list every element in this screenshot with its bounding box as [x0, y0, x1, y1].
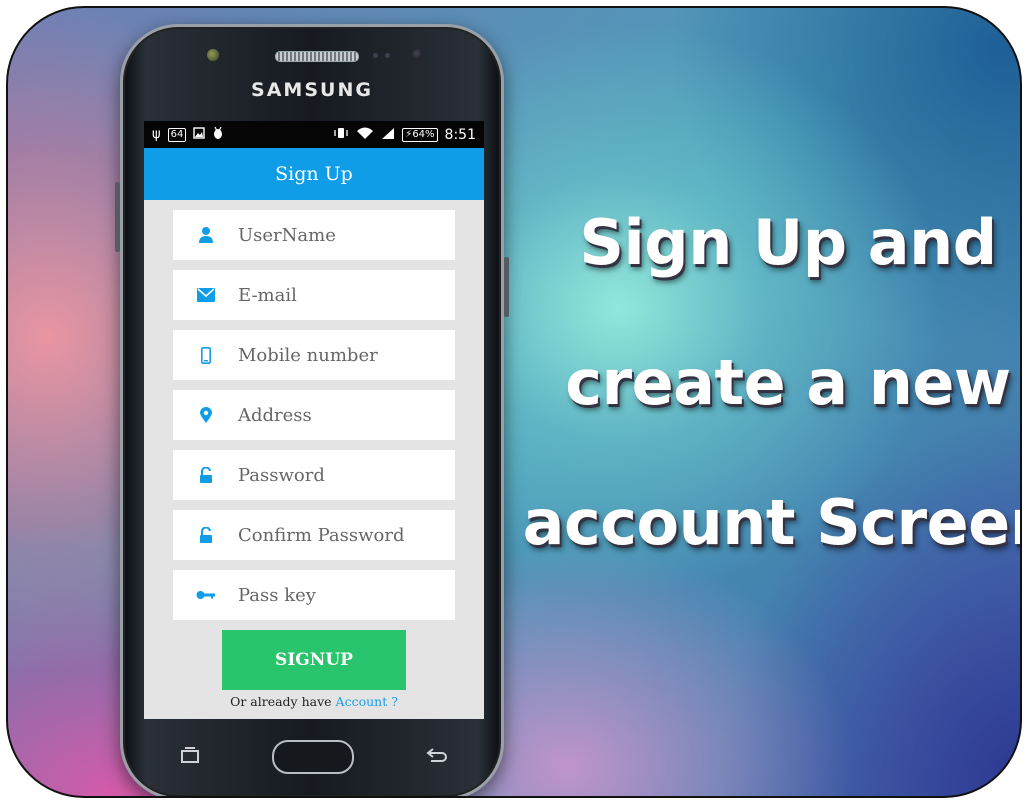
email-placeholder: E-mail	[238, 284, 297, 306]
image-notification-icon	[193, 127, 206, 142]
key-icon	[173, 590, 238, 600]
password-placeholder: Password	[238, 464, 325, 486]
envelope-icon	[173, 288, 238, 302]
promo-background: Sign Up and create a new account Screen …	[6, 6, 1022, 798]
android-debug-icon	[212, 126, 224, 143]
light-sensor	[385, 53, 390, 58]
address-placeholder: Address	[238, 404, 312, 426]
usb-icon: ψ	[152, 127, 161, 142]
mobile-number-field[interactable]: Mobile number	[173, 330, 455, 380]
signup-button[interactable]: SIGNUP	[222, 630, 406, 690]
address-field[interactable]: Address	[173, 390, 455, 440]
confirm-password-placeholder: Confirm Password	[238, 524, 405, 546]
map-marker-icon	[173, 406, 238, 424]
recent-apps-icon[interactable]	[180, 746, 200, 768]
volume-button	[115, 182, 120, 252]
unlock-icon	[173, 466, 238, 484]
status-bar: ψ 64 ⚡64% 8:51	[144, 121, 484, 148]
notification-badge: 64	[167, 127, 187, 142]
earpiece-speaker	[275, 51, 359, 62]
username-placeholder: UserName	[238, 224, 336, 246]
hardware-nav-bar	[144, 727, 484, 787]
already-have-label: Or already have	[230, 694, 332, 709]
email-field[interactable]: E-mail	[173, 270, 455, 320]
app-bar-title: Sign Up	[144, 148, 484, 200]
signal-icon	[381, 127, 395, 143]
proximity-sensor	[373, 53, 378, 58]
headline-line-3: account Screen	[522, 486, 1022, 559]
vibrate-icon	[333, 127, 349, 142]
confirm-password-field[interactable]: Confirm Password	[173, 510, 455, 560]
brand-logo: SAMSUNG	[251, 79, 373, 101]
wifi-icon	[356, 127, 374, 143]
front-camera	[412, 49, 423, 60]
mobile-number-placeholder: Mobile number	[238, 344, 378, 366]
back-icon[interactable]	[426, 747, 448, 767]
already-have-account-text: Or already have Account ?	[144, 694, 484, 709]
headline-line-1: Sign Up and	[579, 206, 997, 279]
clock-time: 8:51	[444, 126, 476, 143]
flash-sensor	[207, 49, 219, 61]
phone-device: SAMSUNG ψ 64 ⚡64% 8:51 Sign Up UserName …	[115, 24, 509, 796]
username-field[interactable]: UserName	[173, 210, 455, 260]
signup-form: UserName E-mail Mobile number Address Pa…	[144, 200, 484, 620]
phone-screen: ψ 64 ⚡64% 8:51 Sign Up UserName E-mail M…	[144, 121, 484, 719]
account-link[interactable]: Account ?	[336, 694, 398, 709]
battery-indicator: ⚡64%	[402, 127, 438, 142]
power-button	[504, 257, 509, 317]
headline-line-2: create a new	[565, 346, 1011, 419]
pass-key-field[interactable]: Pass key	[173, 570, 455, 620]
unlock-icon	[173, 526, 238, 544]
user-icon	[173, 226, 238, 244]
pass-key-placeholder: Pass key	[238, 584, 316, 606]
mobile-icon	[173, 346, 238, 364]
home-button[interactable]	[272, 740, 354, 774]
password-field[interactable]: Password	[173, 450, 455, 500]
